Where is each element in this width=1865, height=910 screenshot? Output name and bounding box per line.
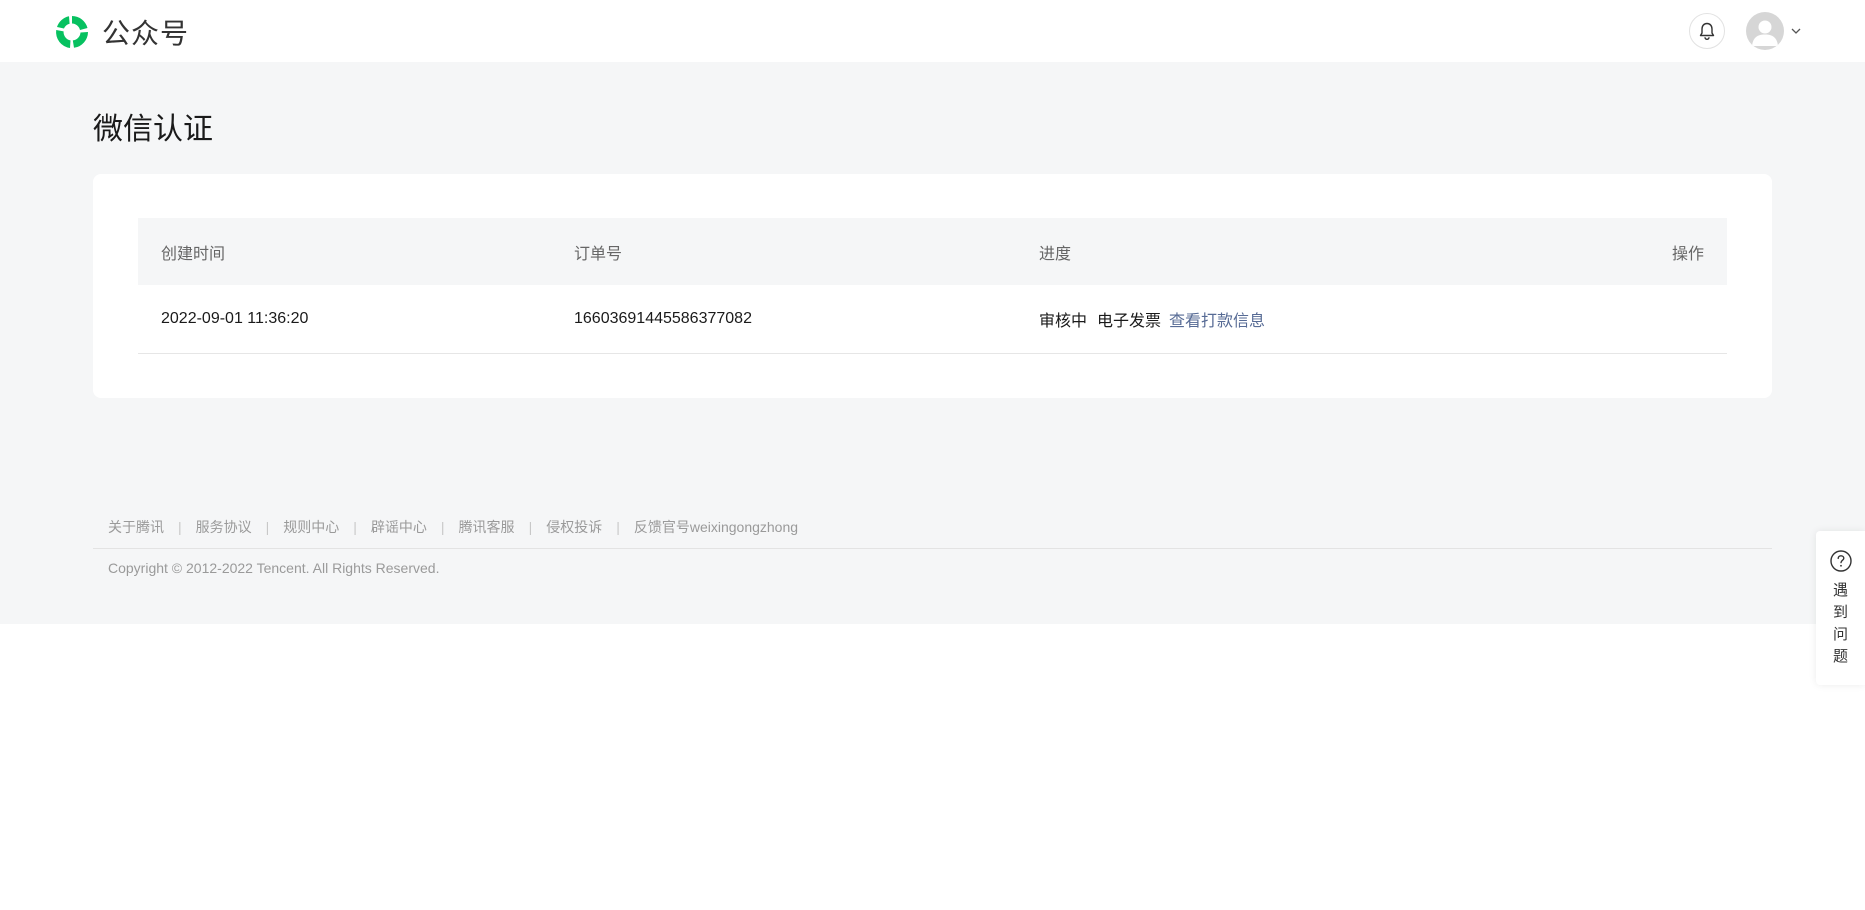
column-header-progress: 进度 [1039,245,1072,263]
progress-cell: 审核中 电子发票 查看打款信息 [1039,285,1265,353]
footer-link-feedback[interactable]: 反馈官号weixingongzhong [634,517,798,537]
account-menu[interactable] [1746,12,1802,50]
footer-links: 关于腾讯 | 服务协议 | 规则中心 | 辟谣中心 | 腾讯客服 | 侵权投诉 … [108,518,798,536]
page-title: 微信认证 [93,112,213,147]
order-card: 创建时间 订单号 进度 操作 2022-09-01 11:36:20 16603… [93,174,1772,398]
column-header-actions: 操作 [1671,245,1704,263]
footer-separator: | [440,519,445,535]
status-text: 审核中 [1039,313,1088,330]
avatar[interactable] [1746,12,1784,50]
footer-link-service-agreement[interactable]: 服务协议 [196,517,252,537]
footer-divider [93,548,1772,549]
footer-separator: | [353,519,357,535]
footer-link-rules[interactable]: 规则中心 [283,517,339,537]
footer-separator: | [178,519,182,535]
brand-name: 公众号 [102,17,190,50]
footer-separator: | [616,519,620,535]
footer-separator: | [265,519,270,535]
help-button[interactable]: 遇到问题 [1816,531,1865,685]
created-time-cell: 2022-09-01 11:36:20 [161,310,309,327]
column-header-order-no: 订单号 [574,245,623,263]
invoice-type: 电子发票 [1097,313,1162,330]
footer-link-infringement[interactable]: 侵权投诉 [546,517,602,537]
top-bar: 公众号 [0,0,1865,62]
footer-link-about[interactable]: 关于腾讯 [108,517,164,537]
user-silhouette-icon [1752,20,1778,46]
footer-link-rumor-center[interactable]: 辟谣中心 [371,517,427,537]
order-table: 创建时间 订单号 进度 操作 2022-09-01 11:36:20 16603… [138,218,1727,354]
column-header-created-time: 创建时间 [161,245,226,263]
question-circle-icon [1829,550,1852,572]
footer-link-customer-service[interactable]: 腾讯客服 [459,517,515,537]
order-no-cell: 16603691445586377082 [574,310,752,327]
brand[interactable]: 公众号 [52,12,189,52]
view-payment-info-link[interactable]: 查看打款信息 [1169,307,1265,331]
copyright: Copyright © 2012-2022 Tencent. All Right… [108,560,440,576]
bell-icon [1699,22,1715,40]
chevron-down-icon[interactable] [1790,25,1802,37]
table-header: 创建时间 订单号 进度 操作 [138,218,1727,285]
notification-button[interactable] [1689,13,1725,49]
table-row: 2022-09-01 11:36:20 16603691445586377082… [138,285,1727,354]
wechat-official-account-logo-icon [56,15,88,48]
footer-separator: | [528,519,533,535]
help-label: 遇到问题 [1832,581,1848,665]
